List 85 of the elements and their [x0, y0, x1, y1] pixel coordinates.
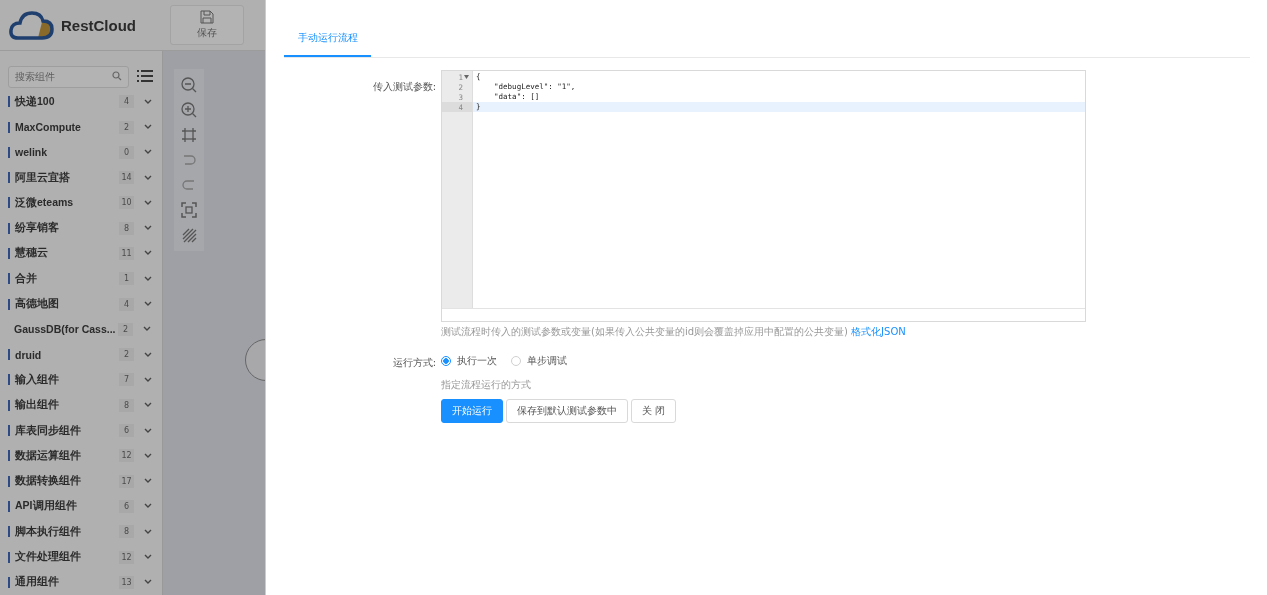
chevron-down-icon[interactable]	[144, 250, 152, 257]
group-title[interactable]: druid	[15, 348, 119, 361]
hint-text: 测试流程时传入的测试参数或变量(如果传入公共变量的id则会覆盖掉应用中配置的公共变量) 格式化JSON	[441, 325, 907, 339]
chevron-down-icon[interactable]	[144, 554, 152, 561]
group-title[interactable]: 纷享销客	[15, 221, 119, 236]
radio-option[interactable]: 单步调试	[511, 354, 567, 368]
logo-text: RestCloud	[61, 16, 136, 34]
count-badge: 17	[119, 474, 134, 488]
radio-label: 执行一次	[457, 354, 497, 368]
field-label: 传入测试参数:	[371, 80, 437, 94]
chevron-down-icon[interactable]	[144, 149, 152, 156]
chevron-down-icon[interactable]	[144, 528, 152, 535]
count-badge: 0	[119, 145, 134, 159]
format-json-link[interactable]: 格式化JSON	[851, 326, 906, 337]
group-title[interactable]: 通用组件	[15, 575, 119, 590]
group-title[interactable]: 数据运算组件	[15, 448, 119, 463]
count-badge: 6	[119, 424, 134, 438]
count-badge: 7	[119, 373, 134, 387]
count-badge: 1	[119, 272, 134, 286]
zoom-out-icon[interactable]	[181, 77, 197, 94]
hatch-icon[interactable]	[181, 227, 197, 244]
search-field[interactable]: 搜索组件	[8, 65, 129, 88]
action-button[interactable]: 关 闭	[631, 399, 677, 423]
chevron-down-icon[interactable]	[144, 452, 152, 459]
tab[interactable]: 手动运行流程	[284, 20, 371, 57]
count-badge: 4	[119, 297, 134, 311]
group-title[interactable]: 阿里云宜搭	[15, 170, 119, 185]
count-badge: 11	[119, 247, 134, 260]
count-badge: 4	[119, 95, 134, 109]
count-badge: 8	[119, 525, 134, 539]
fullscreen-icon[interactable]	[181, 202, 197, 219]
chevron-down-icon[interactable]	[144, 301, 152, 308]
hint-text: 指定流程运行的方式	[441, 378, 532, 392]
group-title[interactable]: welink	[15, 146, 119, 159]
count-badge: 12	[119, 550, 134, 564]
count-badge: 2	[118, 322, 133, 336]
radio-option[interactable]: 执行一次	[441, 354, 497, 368]
count-badge: 12	[119, 449, 134, 463]
chevron-down-icon[interactable]	[144, 402, 152, 409]
group-title[interactable]: 快递100	[15, 94, 119, 109]
group-title[interactable]: API调用组件	[15, 499, 119, 514]
count-badge: 6	[119, 499, 134, 513]
zoom-in-icon[interactable]	[181, 102, 197, 119]
group-title[interactable]: MaxCompute	[15, 121, 119, 133]
count-badge: 14	[119, 171, 134, 185]
action-button[interactable]: 保存到默认测试参数中	[506, 399, 628, 423]
group-title[interactable]: 库表同步组件	[15, 423, 119, 438]
chevron-down-icon[interactable]	[144, 376, 152, 383]
chevron-down-icon[interactable]	[144, 478, 152, 485]
count-badge: 8	[119, 398, 134, 412]
save-button[interactable]: 保存	[170, 5, 244, 46]
chevron-down-icon[interactable]	[144, 174, 152, 181]
search-icon	[112, 71, 122, 82]
count-badge: 2	[119, 348, 134, 362]
chevron-down-icon[interactable]	[144, 351, 152, 358]
group-title[interactable]: GaussDB(for Cass...	[14, 323, 118, 336]
count-badge: 2	[119, 120, 134, 134]
list-icon[interactable]	[137, 69, 153, 84]
count-badge: 13	[119, 575, 134, 589]
group-title[interactable]: 泛微eteams	[15, 195, 119, 210]
chevron-down-icon[interactable]	[144, 199, 152, 206]
chevron-down-icon[interactable]	[144, 503, 152, 510]
group-title[interactable]: 慧穗云	[15, 246, 119, 261]
group-title[interactable]: 数据转换组件	[15, 474, 119, 489]
group-title[interactable]: 合并	[15, 271, 119, 286]
group-title[interactable]: 脚本执行组件	[15, 524, 119, 539]
count-badge: 10	[119, 196, 134, 210]
count-badge: 8	[119, 221, 134, 235]
fit-icon[interactable]	[181, 127, 197, 144]
chevron-down-icon[interactable]	[144, 225, 152, 232]
group-title[interactable]: 输出组件	[15, 398, 119, 413]
field-label: 运行方式:	[391, 356, 437, 370]
group-title[interactable]: 文件处理组件	[15, 550, 119, 565]
group-title[interactable]: 高德地图	[15, 297, 119, 312]
radio-label: 单步调试	[527, 354, 567, 368]
radio-button[interactable]	[441, 356, 451, 366]
group-title[interactable]: 输入组件	[15, 372, 119, 387]
chevron-down-icon[interactable]	[144, 427, 152, 434]
chevron-down-icon[interactable]	[144, 98, 152, 105]
chevron-down-icon[interactable]	[144, 124, 152, 130]
chevron-down-icon[interactable]	[144, 275, 152, 282]
chevron-down-icon[interactable]	[144, 579, 152, 586]
save-icon	[200, 10, 214, 25]
fold-icon[interactable]	[464, 75, 470, 79]
chevron-down-icon[interactable]	[143, 326, 151, 333]
